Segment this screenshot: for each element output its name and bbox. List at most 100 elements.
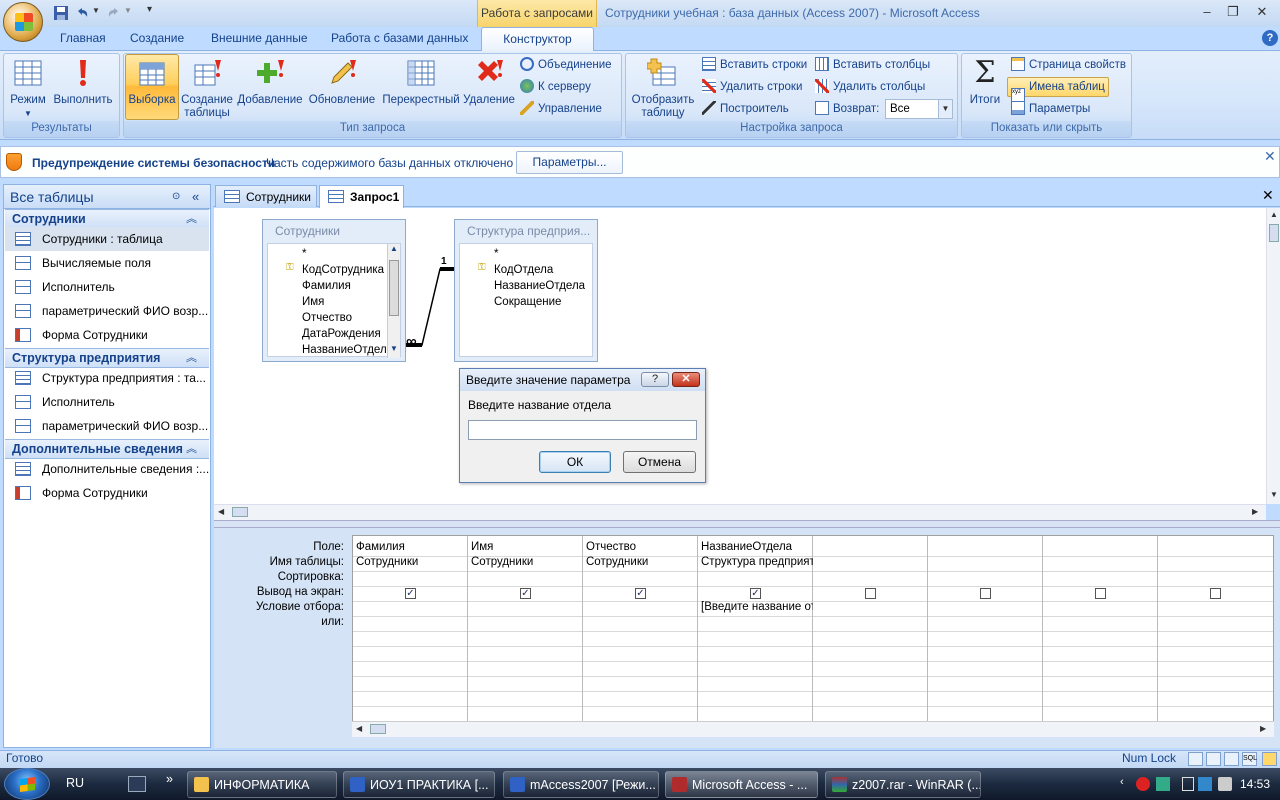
dialog-close-icon[interactable]: ✕	[672, 372, 700, 387]
scroll-thumb[interactable]	[370, 724, 386, 734]
design-view-icon[interactable]	[1262, 752, 1277, 766]
scroll-thumb[interactable]	[1269, 224, 1279, 242]
grid-table-cell[interactable]: Сотрудники	[586, 555, 698, 570]
delete-rows-button[interactable]: Удалить строки	[702, 77, 802, 97]
nav-item-calculated-fields[interactable]: Вычисляемые поля	[5, 251, 209, 275]
nav-item-employees-form-2[interactable]: Форма Сотрудники	[5, 481, 209, 505]
nav-group-employees[interactable]: Сотрудники ︽	[5, 209, 209, 229]
tab-design[interactable]: Конструктор	[481, 27, 594, 51]
qat-customize-icon[interactable]: ▾	[147, 4, 152, 15]
field-item[interactable]: КодСотрудника	[302, 262, 384, 278]
field-item[interactable]: Имя	[302, 294, 324, 310]
grid-column[interactable]: Имя Сотрудники ✓	[468, 536, 583, 736]
redo-icon[interactable]	[106, 5, 122, 21]
quick-launch-chevron-icon[interactable]: »	[166, 772, 173, 786]
scroll-thumb[interactable]	[232, 507, 248, 517]
show-checkbox[interactable]	[980, 588, 991, 599]
nav-item-employees-table[interactable]: Сотрудники : таблица	[5, 227, 209, 251]
grid-field-cell[interactable]: НазваниеОтдела	[701, 540, 813, 555]
nav-item-employees-form[interactable]: Форма Сотрудники	[5, 323, 209, 347]
builder-button[interactable]: Построитель	[702, 99, 789, 119]
field-item[interactable]: ДатаРождения	[302, 326, 381, 342]
parameter-input[interactable]	[468, 420, 697, 440]
pass-through-button[interactable]: К серверу	[520, 77, 591, 97]
scroll-right-icon[interactable]: ▶	[1252, 507, 1258, 516]
grid-table-cell[interactable]: Сотрудники	[471, 555, 583, 570]
grid-criteria-cell[interactable]	[356, 600, 468, 615]
office-button[interactable]	[3, 2, 43, 42]
grid-criteria-cell[interactable]	[471, 600, 583, 615]
grid-column[interactable]	[1043, 536, 1158, 736]
nav-pane-header[interactable]: Все таблицы ⊙ «	[4, 185, 210, 209]
pane-splitter[interactable]	[214, 520, 1280, 528]
scroll-left-icon[interactable]: ◀	[356, 724, 362, 733]
document-close-icon[interactable]: ✕	[1262, 187, 1274, 204]
sql-view-icon[interactable]: SQL	[1242, 752, 1257, 766]
field-item[interactable]: КодОтдела	[494, 262, 553, 278]
taskbar-item-word-1[interactable]: ИОУ1 ПРАКТИКА [...	[343, 771, 495, 798]
redo-dropdown-icon[interactable]: ▼	[124, 6, 132, 15]
undo-dropdown-icon[interactable]: ▼	[92, 6, 100, 15]
totals-button[interactable]: Σ Итоги	[965, 57, 1005, 119]
scroll-right-icon[interactable]: ▶	[1260, 724, 1266, 733]
security-close-icon[interactable]: ✕	[1264, 148, 1276, 165]
scroll-left-icon[interactable]: ◀	[218, 507, 224, 516]
show-checkbox[interactable]	[865, 588, 876, 599]
datasheet-view-icon[interactable]	[1188, 752, 1203, 766]
grid-column[interactable]: Фамилия Сотрудники ✓	[353, 536, 468, 736]
taskbar-item-word-2[interactable]: mAccess2007 [Режи...	[503, 771, 659, 798]
nav-menu-chevron-icon[interactable]: ⊙	[172, 185, 180, 209]
taskbar-item-access[interactable]: Microsoft Access - ...	[665, 771, 818, 798]
table-box-employees[interactable]: Сотрудники * ⚿ КодСотрудника Фамилия Имя…	[262, 219, 406, 362]
field-item[interactable]: *	[302, 246, 306, 262]
parameters-button[interactable]: Параметры	[1011, 99, 1090, 119]
show-checkbox[interactable]: ✓	[635, 588, 646, 599]
property-sheet-button[interactable]: Страница свойств	[1011, 55, 1126, 75]
field-item[interactable]: Отчество	[302, 310, 352, 326]
field-item[interactable]: Фамилия	[302, 278, 351, 294]
scroll-thumb[interactable]	[389, 260, 399, 316]
tray-battery-icon[interactable]	[1182, 777, 1194, 791]
grid-horizontal-scrollbar[interactable]: ◀ ▶	[352, 721, 1274, 737]
ok-button[interactable]: ОК	[539, 451, 611, 473]
nav-item-additional-table[interactable]: Дополнительные сведения :...	[5, 457, 209, 481]
delete-query-button[interactable]: Удаление	[463, 57, 515, 119]
table-box-structure[interactable]: Структура предприя... * ⚿ КодОтдела Назв…	[454, 219, 598, 362]
restore-icon[interactable]: ❐	[1222, 3, 1244, 21]
tray-expand-icon[interactable]: ‹	[1120, 776, 1124, 788]
tab-database-tools[interactable]: Работа с базами данных	[323, 27, 476, 50]
grid-table-cell[interactable]: Структура предприят	[701, 555, 813, 570]
tray-shield-icon[interactable]	[1156, 777, 1170, 791]
nav-group-additional[interactable]: Дополнительные сведения ︽	[5, 439, 209, 459]
make-table-button[interactable]: Создание таблицы	[180, 57, 234, 119]
show-checkbox[interactable]: ✓	[520, 588, 531, 599]
scroll-down-icon[interactable]: ▼	[390, 344, 398, 353]
field-item[interactable]: НазваниеОтдел	[302, 342, 387, 358]
start-button[interactable]	[4, 768, 50, 800]
insert-rows-button[interactable]: Вставить строки	[702, 55, 807, 75]
doc-tab-query1[interactable]: Запрос1	[319, 185, 404, 208]
tray-network-icon[interactable]	[1198, 777, 1212, 791]
field-item[interactable]: НазваниеОтдела	[494, 278, 585, 294]
show-checkbox[interactable]: ✓	[405, 588, 416, 599]
language-indicator[interactable]: RU	[66, 776, 84, 790]
field-item[interactable]: Сокращение	[494, 294, 561, 310]
pivottable-view-icon[interactable]	[1206, 752, 1221, 766]
pivotchart-view-icon[interactable]	[1224, 752, 1239, 766]
taskbar-item-winrar[interactable]: z2007.rar - WinRAR (...	[825, 771, 981, 798]
security-options-button[interactable]: Параметры...	[516, 151, 623, 174]
show-table-button[interactable]: Отобразить таблицу	[628, 57, 698, 119]
run-button[interactable]: Выполнить	[52, 57, 114, 119]
minimize-icon[interactable]: –	[1196, 3, 1218, 21]
tab-create[interactable]: Создание	[122, 27, 192, 50]
show-checkbox[interactable]: ✓	[750, 588, 761, 599]
crosstab-button[interactable]: Перекрестный	[380, 57, 462, 119]
scroll-up-icon[interactable]: ▲	[390, 244, 398, 253]
nav-item-executor[interactable]: Исполнитель	[5, 275, 209, 299]
show-checkbox[interactable]	[1095, 588, 1106, 599]
view-button[interactable]: Режим ▼	[6, 57, 50, 119]
field-item[interactable]: *	[494, 246, 498, 262]
grid-column[interactable]	[1158, 536, 1273, 736]
tab-home[interactable]: Главная	[52, 27, 114, 50]
grid-column[interactable]	[928, 536, 1043, 736]
